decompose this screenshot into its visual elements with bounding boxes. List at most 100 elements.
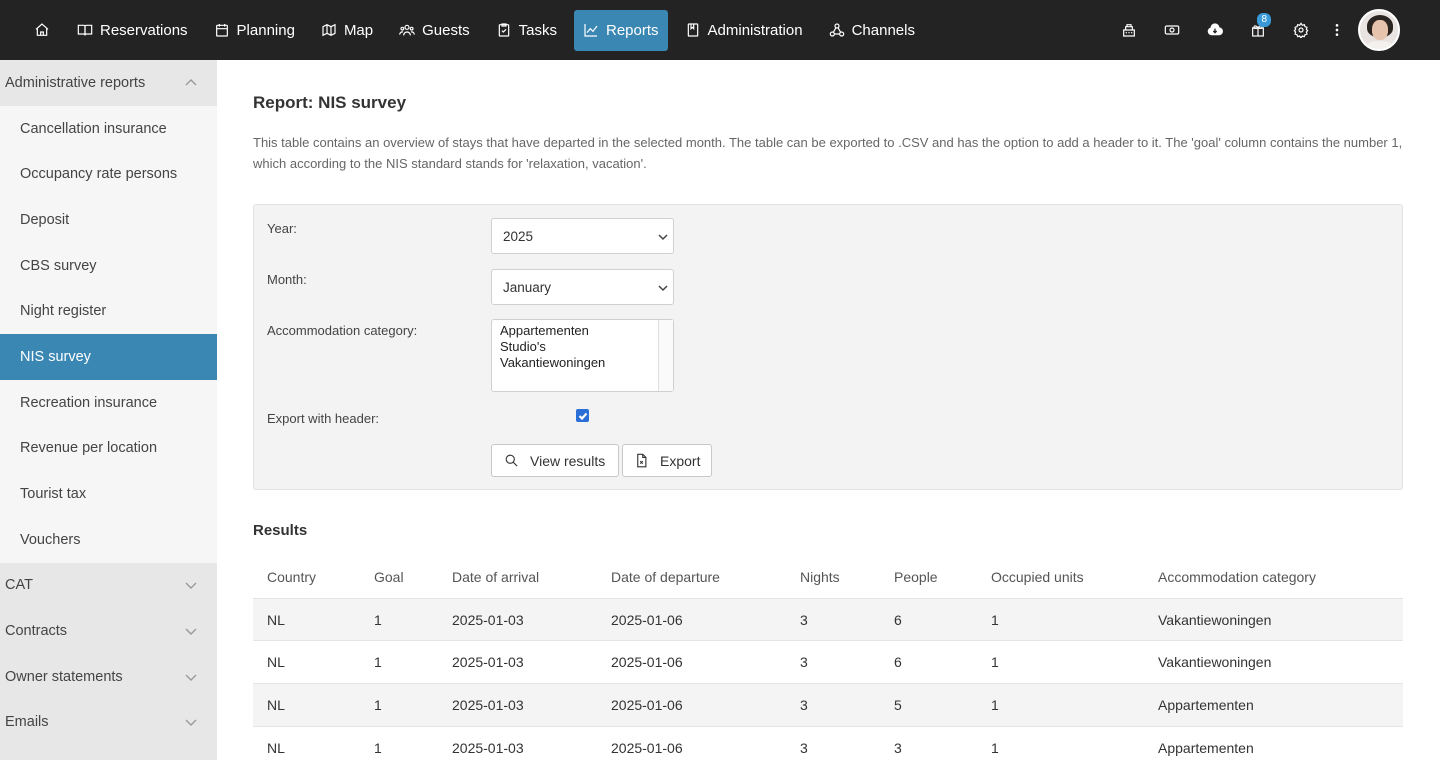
cell-occupied-units: 1	[991, 654, 999, 671]
nav-home[interactable]	[24, 10, 60, 51]
column-header-people[interactable]: People	[894, 556, 938, 598]
user-avatar[interactable]	[1358, 9, 1400, 51]
sidebar-item-recreation-insurance[interactable]: Recreation insurance	[0, 380, 217, 426]
chevron-down-icon	[185, 719, 197, 727]
export-label: Export	[660, 452, 701, 469]
chart-icon	[584, 24, 598, 37]
nav-administration[interactable]: Administration	[676, 10, 812, 51]
column-header-occupied-units[interactable]: Occupied units	[991, 556, 1084, 598]
sidebar-group-label: CAT	[5, 577, 33, 594]
cell-date-of-departure: 2025-01-06	[611, 697, 683, 714]
vertical-dots-icon	[1335, 24, 1339, 36]
cash-register-button[interactable]	[1107, 10, 1150, 50]
cloud-download-icon	[1207, 23, 1223, 36]
nav-channels-label: Channels	[851, 21, 915, 39]
cell-people: 6	[894, 654, 902, 671]
ledger-icon	[687, 23, 698, 37]
cell-country: NL	[267, 739, 285, 756]
nav-map[interactable]: Map	[312, 10, 382, 51]
sidebar-item-tourist-tax[interactable]: Tourist tax	[0, 471, 217, 517]
listbox-scrollbar[interactable]	[658, 320, 673, 391]
month-select[interactable]: January	[491, 269, 674, 305]
nav-reservations[interactable]: Reservations	[68, 10, 197, 51]
table-row[interactable]: NL 1 2025-01-03 2025-01-06 3 5 1 Apparte…	[253, 684, 1403, 727]
year-select[interactable]: 2025	[491, 218, 674, 254]
table-header: Country Goal Date of arrival Date of dep…	[253, 556, 1403, 599]
sidebar-group-administrative-reports[interactable]: Administrative reports	[0, 60, 217, 106]
category-option-studios[interactable]: Studio's	[492, 339, 673, 355]
sidebar-item-vouchers[interactable]: Vouchers	[0, 517, 217, 563]
sidebar-sub-list: Cancellation insurance Occupancy rate pe…	[0, 105, 217, 563]
search-icon	[505, 454, 518, 467]
cell-occupied-units: 1	[991, 739, 999, 756]
chevron-down-icon	[658, 234, 668, 241]
nav-tasks-label: Tasks	[518, 21, 557, 39]
book-icon	[77, 24, 93, 36]
sidebar-item-night-register[interactable]: Night register	[0, 288, 217, 334]
network-icon	[829, 23, 844, 37]
sidebar-group-emails[interactable]: Emails	[0, 699, 217, 746]
cell-date-of-departure: 2025-01-06	[611, 739, 683, 756]
sidebar-group-owner-statements[interactable]: Owner statements	[0, 653, 217, 700]
cloud-download-button[interactable]	[1193, 10, 1236, 50]
sidebar-item-occupancy-rate-persons[interactable]: Occupancy rate persons	[0, 151, 217, 197]
cash-register-icon	[1122, 24, 1135, 37]
more-menu-button[interactable]	[1322, 10, 1352, 50]
nav-planning[interactable]: Planning	[205, 10, 304, 51]
column-header-accommodation-category[interactable]: Accommodation category	[1158, 556, 1316, 598]
sidebar-group-contracts[interactable]: Contracts	[0, 608, 217, 654]
sidebar-item-revenue-per-location[interactable]: Revenue per location	[0, 426, 217, 472]
cell-date-of-arrival: 2025-01-03	[452, 739, 524, 756]
view-results-button[interactable]: View results	[491, 444, 619, 477]
nav-channels[interactable]: Channels	[820, 10, 924, 51]
category-option-vakantiewoningen[interactable]: Vakantiewoningen	[492, 355, 673, 371]
main-nav: Reservations Planning Map Guests Tasks R…	[0, 0, 932, 60]
cell-people: 3	[894, 739, 902, 756]
column-header-date-of-departure[interactable]: Date of departure	[611, 556, 720, 598]
gifts-button[interactable]: 8	[1236, 10, 1279, 50]
nav-reports-label: Reports	[606, 21, 659, 39]
chevron-down-icon	[185, 674, 197, 681]
results-heading: Results	[253, 522, 308, 539]
calendar-icon	[215, 24, 228, 37]
page-title: Report: NIS survey	[253, 93, 407, 112]
month-select-value: January	[503, 279, 552, 295]
nav-guests[interactable]: Guests	[390, 10, 479, 51]
cell-date-of-arrival: 2025-01-03	[452, 697, 524, 714]
map-icon	[322, 23, 336, 37]
export-header-checkbox[interactable]	[576, 409, 589, 422]
nav-tasks[interactable]: Tasks	[487, 10, 566, 51]
sidebar-item-deposit[interactable]: Deposit	[0, 197, 217, 243]
chevron-down-icon	[185, 628, 197, 636]
export-button[interactable]: Export	[622, 444, 712, 477]
payments-button[interactable]	[1150, 10, 1193, 50]
column-header-nights[interactable]: Nights	[800, 556, 840, 598]
sidebar-group-cat[interactable]: CAT	[0, 562, 217, 609]
sidebar-group-label: Emails	[5, 714, 49, 731]
cell-accommodation-category: Vakantiewoningen	[1158, 654, 1272, 671]
nav-reports[interactable]: Reports	[574, 9, 668, 51]
cell-country: NL	[267, 654, 285, 671]
column-header-date-of-arrival[interactable]: Date of arrival	[452, 556, 539, 598]
cell-occupied-units: 1	[991, 697, 999, 714]
sidebar-item-nis-survey[interactable]: NIS survey	[0, 334, 217, 380]
category-option-appartementen[interactable]: Appartementen	[492, 323, 673, 339]
sidebar-item-cancellation-insurance[interactable]: Cancellation insurance	[0, 106, 217, 152]
settings-button[interactable]	[1279, 10, 1322, 50]
sidebar-item-cbs-survey[interactable]: CBS survey	[0, 243, 217, 289]
filter-panel: Year: 2025 Month: January Accommodation …	[253, 204, 1403, 490]
column-header-country[interactable]: Country	[267, 556, 316, 598]
chevron-up-icon	[185, 78, 197, 86]
cell-people: 6	[894, 611, 902, 628]
cell-country: NL	[267, 697, 285, 714]
year-select-value: 2025	[503, 228, 534, 244]
cell-goal: 1	[374, 611, 382, 628]
table-row[interactable]: NL 1 2025-01-03 2025-01-06 3 6 1 Vakanti…	[253, 598, 1403, 642]
column-header-goal[interactable]: Goal	[374, 556, 404, 598]
table-row[interactable]: NL 1 2025-01-03 2025-01-06 3 3 1 Apparte…	[253, 726, 1403, 760]
report-sidebar: Administrative reports Cancellation insu…	[0, 60, 217, 760]
cell-country: NL	[267, 611, 285, 628]
accommodation-category-listbox[interactable]: Appartementen Studio's Vakantiewoningen	[491, 319, 674, 392]
month-label: Month:	[267, 272, 307, 287]
table-row[interactable]: NL 1 2025-01-03 2025-01-06 3 6 1 Vakanti…	[253, 641, 1403, 685]
